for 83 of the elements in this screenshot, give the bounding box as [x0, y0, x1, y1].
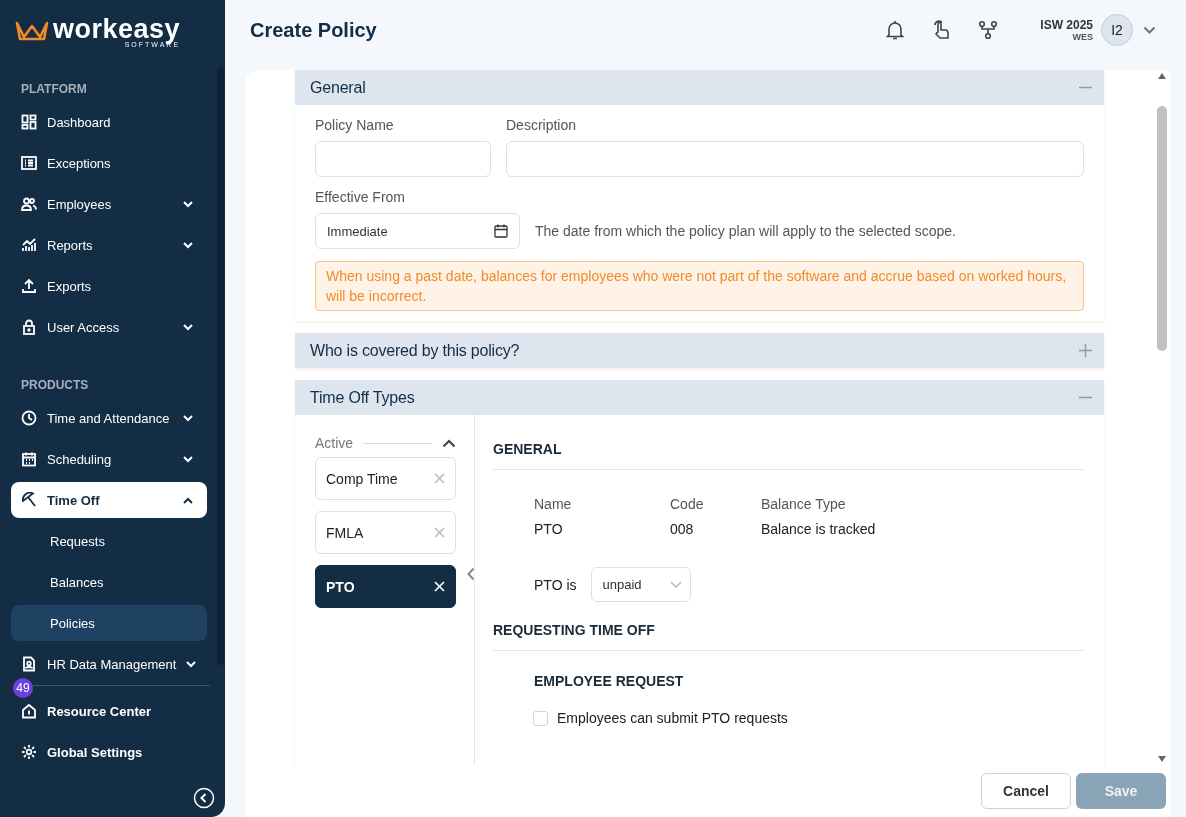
crown-logo-icon	[15, 20, 49, 42]
text-input[interactable]	[315, 141, 491, 177]
nav-section-heading: PLATFORM	[20, 81, 88, 98]
plus-icon	[1079, 344, 1092, 357]
field-label: Effective From	[315, 189, 406, 205]
field-label: Policy Name	[315, 117, 395, 133]
people-icon	[21, 196, 37, 212]
checkbox-label: Employees can submit PTO requests	[557, 710, 788, 726]
date-input[interactable]: Immediate	[315, 213, 520, 249]
nav-item[interactable]: Scheduling	[11, 441, 207, 477]
time-off-type-item[interactable]: Comp Time	[315, 457, 456, 500]
nav-item[interactable]: Dashboard	[11, 104, 207, 140]
scrollbar-thumb[interactable]	[1157, 106, 1167, 351]
lock-icon	[21, 319, 37, 335]
time-off-type-item[interactable]: PTO	[315, 565, 456, 608]
nav-section-heading: PRODUCTS	[20, 377, 90, 394]
document-icon	[21, 656, 37, 672]
nav-item[interactable]: Time Off	[11, 482, 207, 518]
collapse-sidebar-icon[interactable]	[193, 787, 215, 809]
nav-subitem[interactable]: Policies	[11, 605, 207, 641]
chevron-down-icon	[183, 414, 193, 422]
nav-item[interactable]: User Access	[11, 309, 207, 345]
nav-subitem[interactable]: Balances	[11, 564, 207, 600]
info-house-icon	[21, 703, 37, 719]
nav-subitem[interactable]: Requests	[11, 523, 207, 559]
nav-item[interactable]: Reports	[11, 227, 207, 263]
scroll-down-arrow-icon[interactable]	[1157, 755, 1167, 763]
accordion-header[interactable]: Who is covered by this policy?	[295, 333, 1104, 368]
notification-badge: 49	[13, 678, 33, 698]
organization-name: ISW 2025	[1040, 18, 1093, 32]
sidebar-scrollbar[interactable]	[217, 67, 224, 665]
info-label: Code	[670, 496, 705, 512]
chevron-down-icon	[186, 660, 197, 668]
chevron-up-icon[interactable]	[442, 438, 456, 448]
calendar-icon	[21, 451, 37, 467]
scroll-up-arrow-icon[interactable]	[1157, 72, 1167, 80]
list-heading: Active	[315, 435, 354, 451]
chevron-down-icon	[183, 241, 193, 249]
nav-item[interactable]: Employees	[11, 186, 207, 222]
section-heading: GENERAL	[493, 441, 1084, 470]
page-title: Create Policy	[250, 18, 378, 42]
chevron-down-icon[interactable]	[1143, 25, 1156, 35]
pay-type-select[interactable]: unpaid	[590, 567, 691, 602]
cancel-button[interactable]: Cancel	[981, 773, 1071, 809]
text-input[interactable]	[506, 141, 1084, 177]
calendar-icon	[494, 224, 508, 238]
notification-bell-icon[interactable]	[886, 20, 905, 40]
time-off-type-item[interactable]: FMLA	[315, 511, 456, 554]
dashboard-icon	[21, 114, 37, 130]
user-avatar[interactable]: I2	[1101, 14, 1133, 46]
touch-hand-icon[interactable]	[932, 20, 951, 40]
nav-item[interactable]: Exceptions	[11, 145, 207, 181]
chevron-left-icon[interactable]	[467, 567, 475, 581]
info-value: Balance is tracked	[761, 521, 876, 537]
clock-icon	[21, 410, 37, 426]
settings-icon	[21, 744, 37, 760]
chevron-down-icon	[183, 455, 193, 463]
accordion-header[interactable]: Time Off Types	[295, 380, 1104, 415]
checkbox[interactable]	[533, 710, 548, 726]
subsection-heading: EMPLOYEE REQUEST	[533, 672, 685, 689]
branch-icon[interactable]	[978, 20, 999, 40]
info-value: 008	[670, 521, 695, 537]
list-icon	[21, 155, 37, 171]
field-hint: The date from which the policy plan will apply to the selected scope.	[535, 223, 956, 239]
chevron-down-icon	[669, 581, 682, 588]
field-label: Description	[506, 117, 578, 133]
field-label: PTO is	[534, 576, 577, 593]
umbrella-icon	[21, 492, 37, 508]
nav-item[interactable]: Time and Attendance	[11, 400, 207, 436]
nav-item[interactable]: Global Settings	[11, 734, 207, 770]
nav-item[interactable]: Exports	[11, 268, 207, 304]
chevron-down-icon	[183, 200, 193, 208]
upload-icon	[21, 278, 37, 294]
chart-icon	[21, 237, 37, 253]
info-value: PTO	[534, 521, 564, 537]
chevron-down-icon	[183, 323, 193, 331]
info-label: Balance Type	[761, 496, 847, 512]
section-heading: REQUESTING TIME OFF	[493, 622, 1084, 651]
warning-message: When using a past date, balances for employees who were not part of the software and accrue based on worked hours, will be incorrect.	[315, 261, 1084, 311]
accordion-header[interactable]: General	[295, 70, 1104, 105]
info-label: Name	[534, 496, 573, 512]
chevron-up-icon	[183, 496, 193, 504]
organization-code: WES	[1072, 32, 1093, 42]
